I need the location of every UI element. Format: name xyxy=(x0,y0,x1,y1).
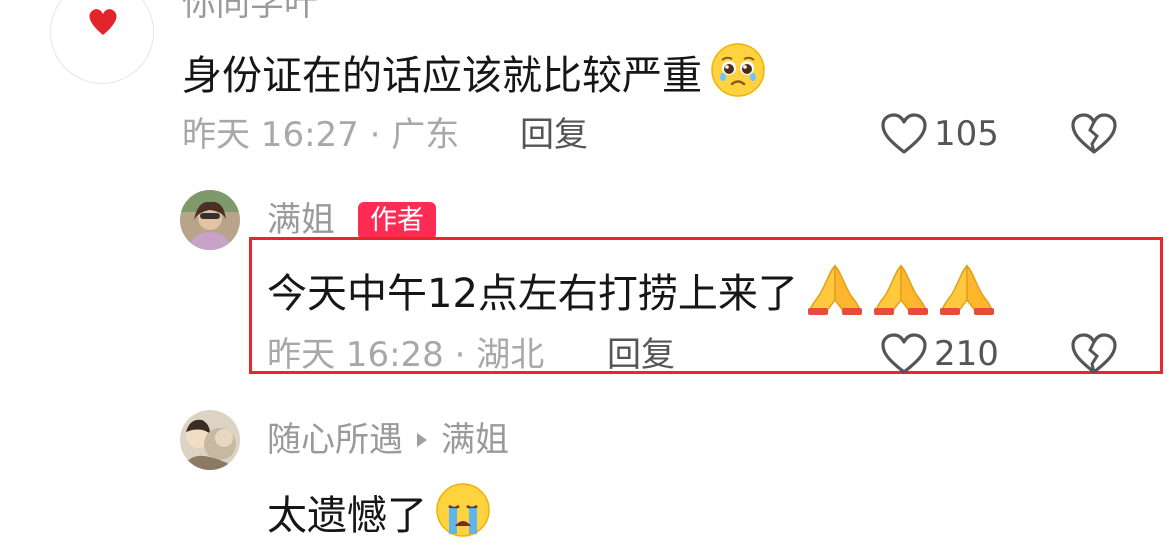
avatar[interactable] xyxy=(180,190,240,250)
heart-outline-icon xyxy=(881,333,927,374)
broken-heart-icon xyxy=(1071,113,1117,154)
avatar[interactable] xyxy=(180,410,240,470)
comment-text: 今天中午12点左右打捞上来了 xyxy=(267,260,998,328)
heart-icon xyxy=(89,9,117,35)
heart-outline-icon xyxy=(881,113,927,154)
dislike-button[interactable] xyxy=(1070,112,1118,160)
folded-hands-icon xyxy=(804,260,866,328)
comment-meta: 昨天 16:27 · 广东 xyxy=(182,115,460,155)
like-button[interactable]: 105 xyxy=(880,112,999,156)
reply-to-username[interactable]: 满姐 xyxy=(441,420,509,460)
comment-username[interactable]: 满姐 xyxy=(267,200,335,240)
comment-content: 太遗憾了 xyxy=(267,493,427,539)
comment-header: 随心所遇 满姐 xyxy=(267,420,509,460)
triangle-right-icon xyxy=(417,433,427,447)
broken-heart-icon xyxy=(1071,333,1117,374)
comment-username[interactable]: 随心所遇 xyxy=(267,420,403,460)
author-badge: 作者 xyxy=(358,202,436,240)
comment-meta: 昨天 16:28 · 湖北 xyxy=(267,335,545,375)
folded-hands-icon xyxy=(870,260,932,328)
user-avatar-image xyxy=(180,410,240,470)
avatar-heart[interactable] xyxy=(50,0,154,84)
comment-content: 身份证在的话应该就比较严重 xyxy=(182,53,702,99)
comment-username[interactable]: 你同学叶 xyxy=(182,0,318,24)
like-button[interactable]: 210 xyxy=(880,332,999,376)
reply-button[interactable]: 回复 xyxy=(607,335,675,375)
like-count: 105 xyxy=(934,114,999,154)
author-avatar-image xyxy=(180,190,240,250)
comment-text: 身份证在的话应该就比较严重 xyxy=(182,42,766,110)
crying-face-emoji-icon xyxy=(435,482,491,550)
like-count: 210 xyxy=(934,334,999,374)
folded-hands-icon xyxy=(936,260,998,328)
comment-text: 太遗憾了 xyxy=(267,482,491,550)
comment-content: 今天中午12点左右打捞上来了 xyxy=(267,271,798,317)
reply-button[interactable]: 回复 xyxy=(520,115,588,155)
pleading-face-emoji-icon xyxy=(710,42,766,110)
dislike-button[interactable] xyxy=(1070,332,1118,380)
